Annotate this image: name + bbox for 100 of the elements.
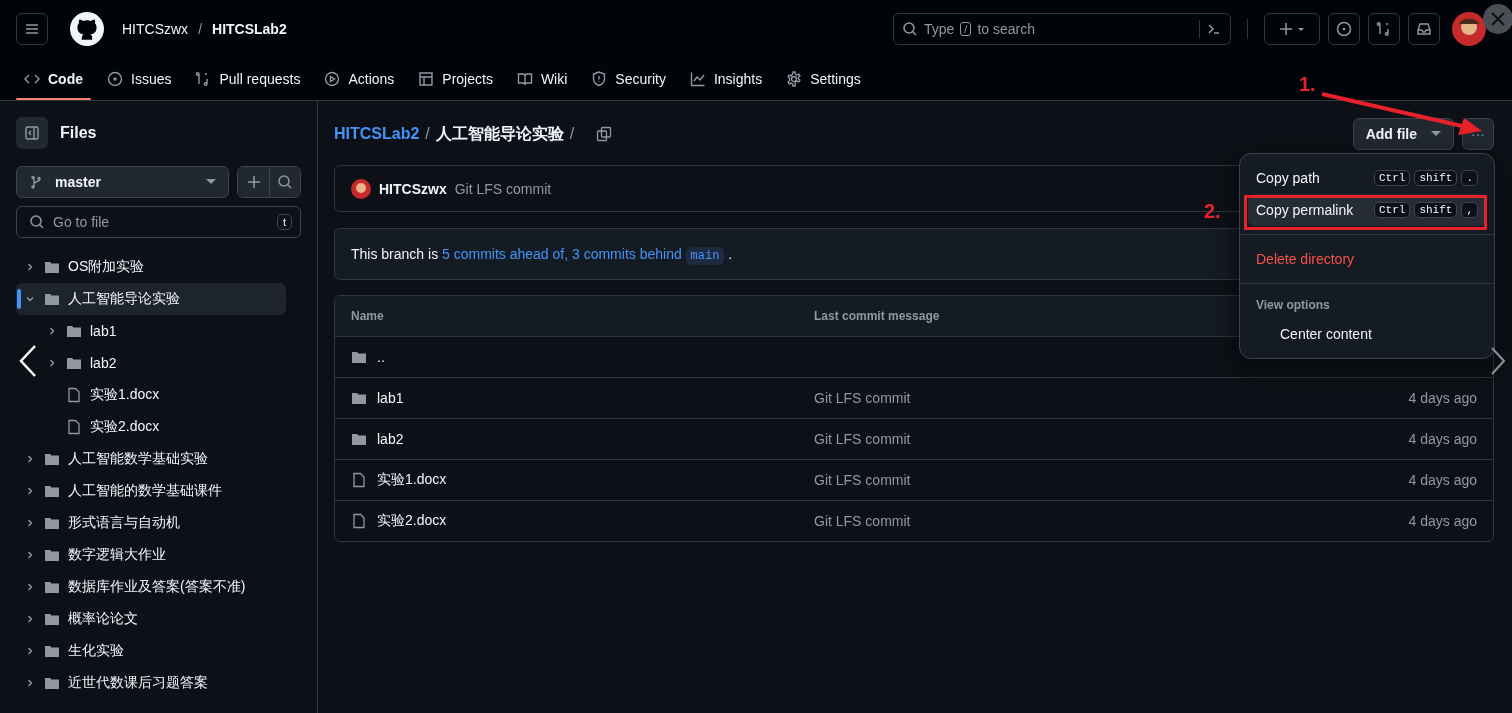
next-icon[interactable] bbox=[1490, 346, 1506, 376]
menu-item[interactable]: Copy path Ctrl shift . bbox=[1248, 162, 1486, 194]
branch-label[interactable]: main bbox=[685, 246, 725, 265]
commit-message[interactable]: Git LFS commit bbox=[814, 472, 911, 488]
issues-button[interactable] bbox=[1328, 13, 1360, 45]
commit-message[interactable]: Git LFS commit bbox=[814, 431, 911, 447]
menu-button[interactable] bbox=[16, 13, 48, 45]
folder-icon bbox=[44, 643, 60, 659]
folder-icon bbox=[66, 355, 82, 371]
commit-message[interactable]: Git LFS commit bbox=[814, 513, 911, 529]
menu-item[interactable]: Copy permalink Ctrl shift , bbox=[1248, 194, 1486, 226]
tree-item[interactable]: 人工智能导论实验 bbox=[16, 283, 286, 315]
folder-icon bbox=[44, 675, 60, 691]
nav-tab[interactable]: Actions bbox=[316, 58, 403, 100]
branch-selector[interactable]: master bbox=[16, 166, 229, 198]
caret-icon bbox=[1431, 131, 1441, 137]
column-header: Last commit message bbox=[814, 309, 941, 323]
file-name-link[interactable]: 实验2.docx bbox=[377, 512, 447, 530]
terminal-icon[interactable] bbox=[1206, 21, 1222, 37]
search-field[interactable]: Type / to search bbox=[893, 13, 1231, 45]
copy-icon bbox=[596, 126, 613, 142]
issue-icon bbox=[107, 71, 123, 87]
settings-icon bbox=[786, 71, 803, 87]
keyboard-key: , bbox=[1461, 202, 1478, 218]
tree-item[interactable]: lab1 bbox=[16, 315, 286, 347]
add-file-button[interactable] bbox=[238, 167, 269, 197]
tree-item[interactable]: 实验1.docx bbox=[16, 379, 286, 411]
folder-icon bbox=[351, 431, 367, 447]
commit-date: 4 days ago bbox=[1408, 431, 1477, 447]
tree-item[interactable]: 形式语言与自动机 bbox=[16, 507, 286, 539]
search-button[interactable] bbox=[269, 167, 300, 197]
nav-tab[interactable]: Pull requests bbox=[187, 58, 309, 100]
menu-item-label: Copy permalink bbox=[1256, 202, 1354, 218]
avatar-icon[interactable] bbox=[1452, 12, 1486, 46]
inbox-button[interactable] bbox=[1408, 13, 1440, 45]
book-icon bbox=[516, 71, 533, 87]
owner-link[interactable]: HITCSzwx bbox=[122, 21, 189, 37]
commits-ahead-link[interactable]: 5 commits ahead of, bbox=[442, 245, 569, 262]
commit-message[interactable]: Git LFS commit bbox=[454, 180, 552, 197]
tree-item[interactable]: 人工智能数学基础实验 bbox=[16, 443, 286, 475]
tree-item[interactable]: OS附加实验 bbox=[16, 251, 286, 283]
branch-status-text: This branch is 5 commits ahead of, 3 commits behind main . bbox=[351, 245, 733, 263]
repo-link[interactable]: HITCSLab2 bbox=[212, 21, 287, 37]
nav-tab[interactable]: Insights bbox=[681, 58, 771, 100]
go-to-file-placeholder: Go to file bbox=[53, 214, 110, 230]
avatar-icon[interactable] bbox=[351, 178, 371, 199]
pull-request-icon bbox=[1376, 21, 1392, 37]
tree-item[interactable]: 生化实验 bbox=[16, 635, 286, 667]
panel-title: Files bbox=[60, 124, 97, 142]
nav-tab[interactable]: Projects bbox=[410, 58, 501, 100]
file-icon bbox=[351, 472, 367, 488]
tree-item[interactable]: 概率论论文 bbox=[16, 603, 286, 635]
folder-icon bbox=[44, 259, 60, 275]
menu-item[interactable]: Center content bbox=[1248, 318, 1486, 350]
shield-icon bbox=[591, 71, 608, 87]
search-placeholder: to search bbox=[977, 21, 1035, 37]
previous-icon[interactable] bbox=[18, 344, 38, 378]
file-icon bbox=[66, 387, 82, 403]
commits-behind-link[interactable]: 3 commits behind bbox=[572, 245, 682, 262]
file-name-link[interactable]: lab1 bbox=[377, 390, 404, 406]
tree-item[interactable]: lab2 bbox=[16, 347, 286, 379]
file-name-link[interactable]: lab2 bbox=[377, 431, 404, 447]
nav-tab[interactable]: Settings bbox=[778, 58, 869, 100]
menu-icon bbox=[24, 21, 40, 37]
tree-item[interactable]: 实验2.docx bbox=[16, 411, 286, 443]
octocat-logo-icon[interactable] bbox=[70, 12, 104, 46]
inbox-icon bbox=[1416, 21, 1432, 37]
keyboard-key: Ctrl bbox=[1373, 202, 1411, 218]
tree-item[interactable]: 人工智能的数学基础课件 bbox=[16, 475, 286, 507]
breadcrumb-link[interactable]: HITCSLab2 bbox=[334, 125, 420, 143]
caret-icon bbox=[206, 179, 216, 185]
collapse-panel-button[interactable] bbox=[16, 117, 48, 149]
sidebar-icon bbox=[24, 125, 40, 141]
commit-date: 4 days ago bbox=[1408, 513, 1477, 529]
path-separator: / bbox=[569, 125, 575, 143]
create-button[interactable] bbox=[1264, 13, 1320, 45]
menu-item[interactable]: Delete directory bbox=[1248, 243, 1486, 275]
file-name-link[interactable]: 实验1.docx bbox=[377, 471, 447, 489]
file-icon bbox=[66, 419, 82, 435]
search-icon bbox=[902, 21, 918, 37]
pull-requests-button[interactable] bbox=[1368, 13, 1400, 45]
nav-tab[interactable]: Security bbox=[583, 58, 674, 100]
file-name-link[interactable]: .. bbox=[377, 349, 385, 365]
go-to-file-field[interactable]: Go to file t bbox=[16, 206, 301, 238]
nav-tab[interactable]: Issues bbox=[99, 58, 180, 100]
keyboard-key: . bbox=[1461, 170, 1478, 186]
nav-tab[interactable]: Wiki bbox=[508, 58, 576, 100]
tree-item[interactable]: 数字逻辑大作业 bbox=[16, 539, 286, 571]
tree-item[interactable]: 近世代数课后习题答案 bbox=[16, 667, 286, 699]
keyboard-key: / bbox=[960, 22, 972, 36]
nav-tab[interactable]: Code bbox=[16, 58, 91, 100]
commit-message[interactable]: Git LFS commit bbox=[814, 390, 911, 406]
table-icon bbox=[418, 71, 435, 87]
commit-author[interactable]: HITCSzwx bbox=[379, 180, 447, 197]
add-file-button[interactable]: Add file bbox=[1352, 118, 1454, 150]
annotation-number: 2. bbox=[1204, 200, 1221, 223]
search-icon bbox=[277, 174, 293, 190]
issue-icon bbox=[1336, 21, 1352, 37]
plus-icon bbox=[245, 174, 262, 190]
tree-item[interactable]: 数据库作业及答案(答案不准) bbox=[16, 571, 286, 603]
